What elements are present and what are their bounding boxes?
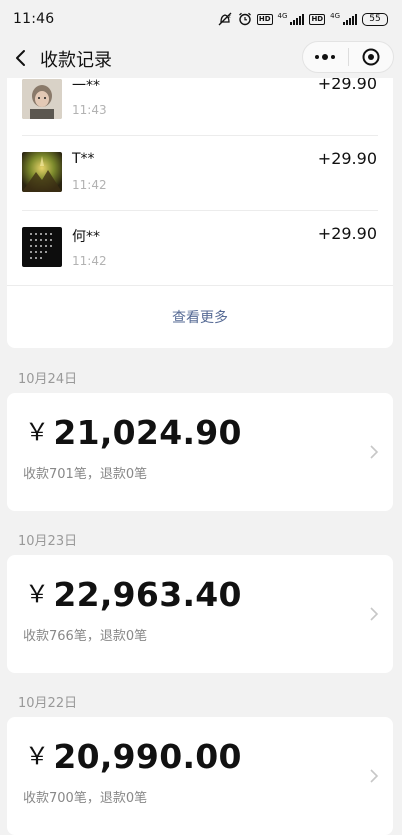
hd-badge: HD [256,13,273,25]
date-header: 10月24日 [18,372,78,387]
hd-badge-2: HD [309,13,326,25]
close-mini-program-icon[interactable] [348,42,393,72]
daily-summary-card[interactable]: ￥ 22,963.40 收款766笔，退款0笔 [7,555,393,673]
daily-summary-card[interactable]: ￥ 21,024.90 收款701笔，退款0笔 [7,393,393,511]
mute-notification-icon: z [218,12,232,26]
transaction-time: 11:42 [72,254,107,268]
status-time: 11:46 [13,11,55,27]
transaction-amount: +29.90 [317,149,377,168]
daily-summary-text: 收款701笔，退款0笔 [23,467,148,482]
customer-name: T** [72,151,95,167]
recent-transactions-card: 一** 11:43 +29.90 T** 11:42 +29.90 何** 11… [7,78,393,348]
chevron-right-icon [370,445,379,459]
daily-summary-card[interactable]: ￥ 20,990.00 收款700笔，退款0笔 [7,717,393,835]
signal-icon [290,13,305,25]
chevron-right-icon [370,607,379,621]
daily-total-amount: ￥ 21,024.90 [25,413,242,452]
transaction-row[interactable]: T** 11:42 +29.90 [7,136,393,211]
date-header: 10月23日 [18,534,78,549]
transaction-time: 11:43 [72,103,107,117]
page-title: 收款记录 [40,50,112,71]
network-type-label-2: 4G [330,12,340,20]
daily-total-value: 21,024.90 [53,413,242,452]
battery-icon: 55 [362,12,388,26]
currency-symbol: ￥ [25,742,50,770]
transaction-amount: +29.90 [317,224,377,243]
customer-avatar [22,79,62,119]
customer-avatar [22,152,62,192]
daily-total-value: 22,963.40 [53,575,242,614]
customer-name: 何** [72,229,100,245]
transaction-row[interactable]: 何** 11:42 +29.90 [7,211,393,286]
transaction-time: 11:42 [72,178,107,192]
status-icons: z HD 4G HD 4G 55 [217,12,388,26]
daily-summary-text: 收款766笔，退款0笔 [23,629,148,644]
currency-symbol: ￥ [25,418,50,446]
signal-icon-2 [343,13,357,25]
customer-name: 一** [72,78,100,94]
more-icon[interactable] [303,42,348,72]
daily-total-amount: ￥ 20,990.00 [25,737,242,776]
transaction-amount: +29.90 [317,78,377,93]
svg-text:z: z [228,14,231,20]
back-arrow-icon[interactable] [12,48,32,68]
status-bar: 11:46 z HD 4G HD 4G 55 [0,0,402,38]
date-header: 10月22日 [18,696,78,711]
alarm-icon [238,12,251,26]
daily-total-value: 20,990.00 [53,737,242,776]
daily-total-amount: ￥ 22,963.40 [25,575,242,614]
nav-bar: 收款记录 [0,38,402,78]
currency-symbol: ￥ [25,580,50,608]
mini-program-capsule [302,41,394,73]
view-more-link[interactable]: 查看更多 [7,286,393,348]
daily-summary-text: 收款700笔，退款0笔 [23,791,148,806]
network-type-label: 4G [277,12,288,20]
chevron-right-icon [370,769,379,783]
transaction-row[interactable]: 一** 11:43 +29.90 [7,78,393,136]
customer-avatar [22,227,62,267]
